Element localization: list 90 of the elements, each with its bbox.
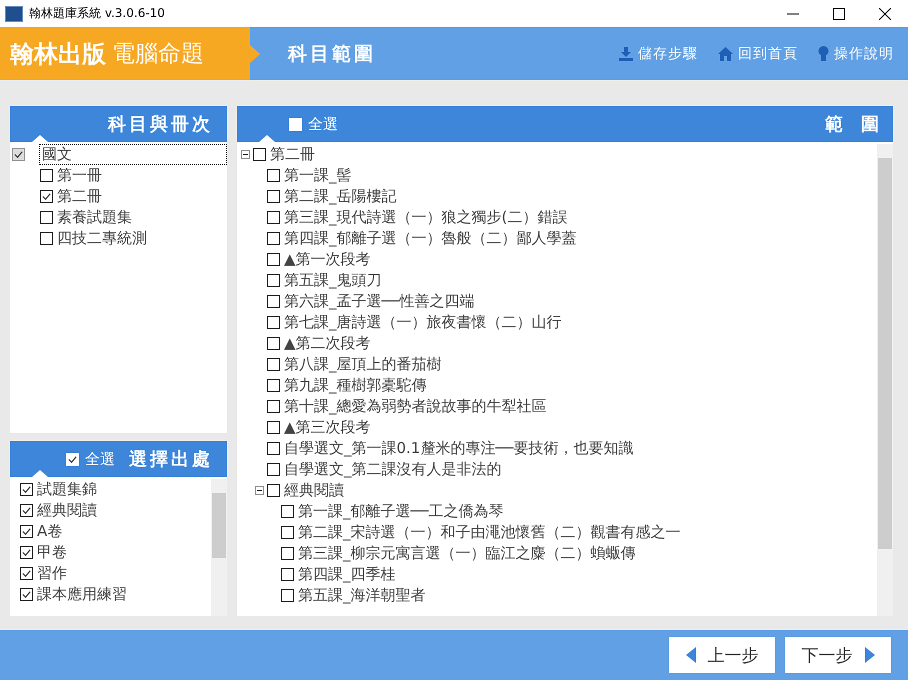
checkbox[interactable] xyxy=(40,190,53,203)
tree-item[interactable]: 第四課_四季桂 xyxy=(296,565,398,584)
brand-name: 翰林出版 xyxy=(10,38,106,70)
page-title: 科目範圍 xyxy=(288,42,376,66)
nav-button[interactable]: 下一步 xyxy=(785,637,891,673)
tree-item[interactable]: 第八課_屋頂上的番茄樹 xyxy=(282,355,444,374)
panel-title: 範圍 xyxy=(825,113,897,136)
tree-item[interactable]: ▲第三次段考 xyxy=(282,418,373,437)
collapse-toggle[interactable] xyxy=(255,486,264,495)
checkbox[interactable] xyxy=(40,169,53,182)
collapse-toggle[interactable] xyxy=(241,150,250,159)
checkbox[interactable] xyxy=(267,484,280,497)
tree-item[interactable]: 第一課_郁離子選──工之僑為琴 xyxy=(296,502,506,521)
checkbox[interactable] xyxy=(281,526,294,539)
window-title: 翰林題庫系統 v.3.0.6-10 xyxy=(29,5,165,22)
tree-item[interactable]: 第九課_種樹郭橐駝傳 xyxy=(282,376,428,395)
checkbox[interactable] xyxy=(267,463,280,476)
tree-item[interactable]: 第二冊 xyxy=(268,145,317,164)
tree-item[interactable]: 自學選文_第二課沒有人是非法的 xyxy=(282,460,504,479)
checkbox[interactable] xyxy=(281,589,294,602)
checkbox[interactable] xyxy=(267,295,280,308)
list-item[interactable]: 課本應用練習 xyxy=(35,585,129,604)
scrollbar[interactable] xyxy=(211,479,227,616)
checkbox[interactable] xyxy=(267,421,280,434)
checkbox[interactable] xyxy=(20,567,33,580)
tree-item[interactable]: 第五課_海洋朝聖者 xyxy=(296,586,428,605)
tree-item[interactable]: ▲第一次段考 xyxy=(282,250,373,269)
checkbox[interactable] xyxy=(20,504,33,517)
tree-item[interactable]: 第三課_現代詩選（一）狼之獨步(二）錯誤 xyxy=(282,208,570,227)
right-arrow-icon xyxy=(864,647,874,663)
maximize-icon[interactable] xyxy=(833,8,845,20)
checkbox[interactable] xyxy=(20,483,33,496)
lightbulb-icon xyxy=(818,46,829,61)
select-all-label[interactable]: 全選 xyxy=(85,450,115,468)
tree-item[interactable]: 第七課_唐詩選（一）旅夜書懷（二）山行 xyxy=(282,313,564,332)
checkbox[interactable] xyxy=(267,316,280,329)
checkbox[interactable] xyxy=(253,148,266,161)
checkbox[interactable] xyxy=(267,169,280,182)
checkbox[interactable] xyxy=(281,568,294,581)
download-icon xyxy=(619,46,633,60)
tree-item[interactable]: 第一冊 xyxy=(55,166,104,185)
pointer-notch xyxy=(32,135,48,142)
panel-title: 科目與冊次 xyxy=(108,113,213,136)
tree-item[interactable]: 四技二專統測 xyxy=(55,229,149,248)
tree-item[interactable]: 第一課_髻 xyxy=(282,166,354,185)
checkbox[interactable] xyxy=(281,547,294,560)
tree-item[interactable]: 第十課_總愛為弱勢者說故事的牛犁社區 xyxy=(282,397,548,416)
tree-item[interactable]: 第六課_孟子選──性善之四端 xyxy=(282,292,477,311)
tree-item[interactable]: 第四課_郁離子選（一）魯般（二）鄙人學蓋 xyxy=(282,229,578,248)
list-item[interactable]: 經典閱讀 xyxy=(35,501,99,520)
tree-item[interactable]: 第二冊 xyxy=(55,187,104,206)
checkbox[interactable] xyxy=(267,253,280,266)
tree-item[interactable]: 素養試題集 xyxy=(55,208,134,227)
checkbox[interactable] xyxy=(20,588,33,601)
checkbox[interactable] xyxy=(267,442,280,455)
tree-item[interactable]: 第二課_岳陽樓記 xyxy=(282,187,398,206)
left-arrow-icon xyxy=(686,647,696,663)
checkbox[interactable] xyxy=(20,546,33,559)
home-icon xyxy=(718,46,733,60)
app-icon xyxy=(5,6,23,22)
checkbox[interactable] xyxy=(267,190,280,203)
tree-item[interactable]: 第五課_鬼頭刀 xyxy=(282,271,384,290)
checkbox[interactable] xyxy=(281,505,294,518)
list-item[interactable]: 習作 xyxy=(35,564,69,583)
tree-item[interactable]: 國文 xyxy=(39,144,227,165)
checkbox[interactable] xyxy=(20,525,33,538)
tree-item[interactable]: 第三課_柳宗元寓言選（一）臨江之麋（二）蝜蝂傳 xyxy=(296,544,638,563)
nav-button[interactable]: 上一步 xyxy=(669,637,775,673)
checkbox[interactable] xyxy=(40,211,53,224)
tree-item[interactable]: 第二課_宋詩選（一）和子由澠池懷舊（二）觀書有感之一 xyxy=(296,523,682,542)
checkbox[interactable] xyxy=(267,211,280,224)
checkbox[interactable] xyxy=(267,232,280,245)
list-item[interactable]: 甲卷 xyxy=(35,543,69,562)
tree-item[interactable]: 經典閱讀 xyxy=(282,481,346,500)
checkbox[interactable] xyxy=(267,358,280,371)
panel-title: 選擇出處 xyxy=(129,448,213,471)
checkbox[interactable] xyxy=(267,337,280,350)
product-name: 電腦命題 xyxy=(112,40,204,69)
list-item[interactable]: 試題集錦 xyxy=(35,480,99,499)
tree-item[interactable]: 自學選文_第一課0.1釐米的專注──要技術，也要知識 xyxy=(282,439,636,458)
checkbox[interactable] xyxy=(267,400,280,413)
checkbox[interactable] xyxy=(267,274,280,287)
tree-item[interactable]: ▲第二次段考 xyxy=(282,334,373,353)
checkbox[interactable] xyxy=(12,148,25,161)
scrollbar[interactable] xyxy=(877,144,893,616)
select-all-label[interactable]: 全選 xyxy=(308,114,338,134)
checkbox[interactable] xyxy=(267,379,280,392)
list-item[interactable]: A卷 xyxy=(35,522,64,541)
close-icon[interactable] xyxy=(879,8,891,20)
checkbox[interactable] xyxy=(40,232,53,245)
